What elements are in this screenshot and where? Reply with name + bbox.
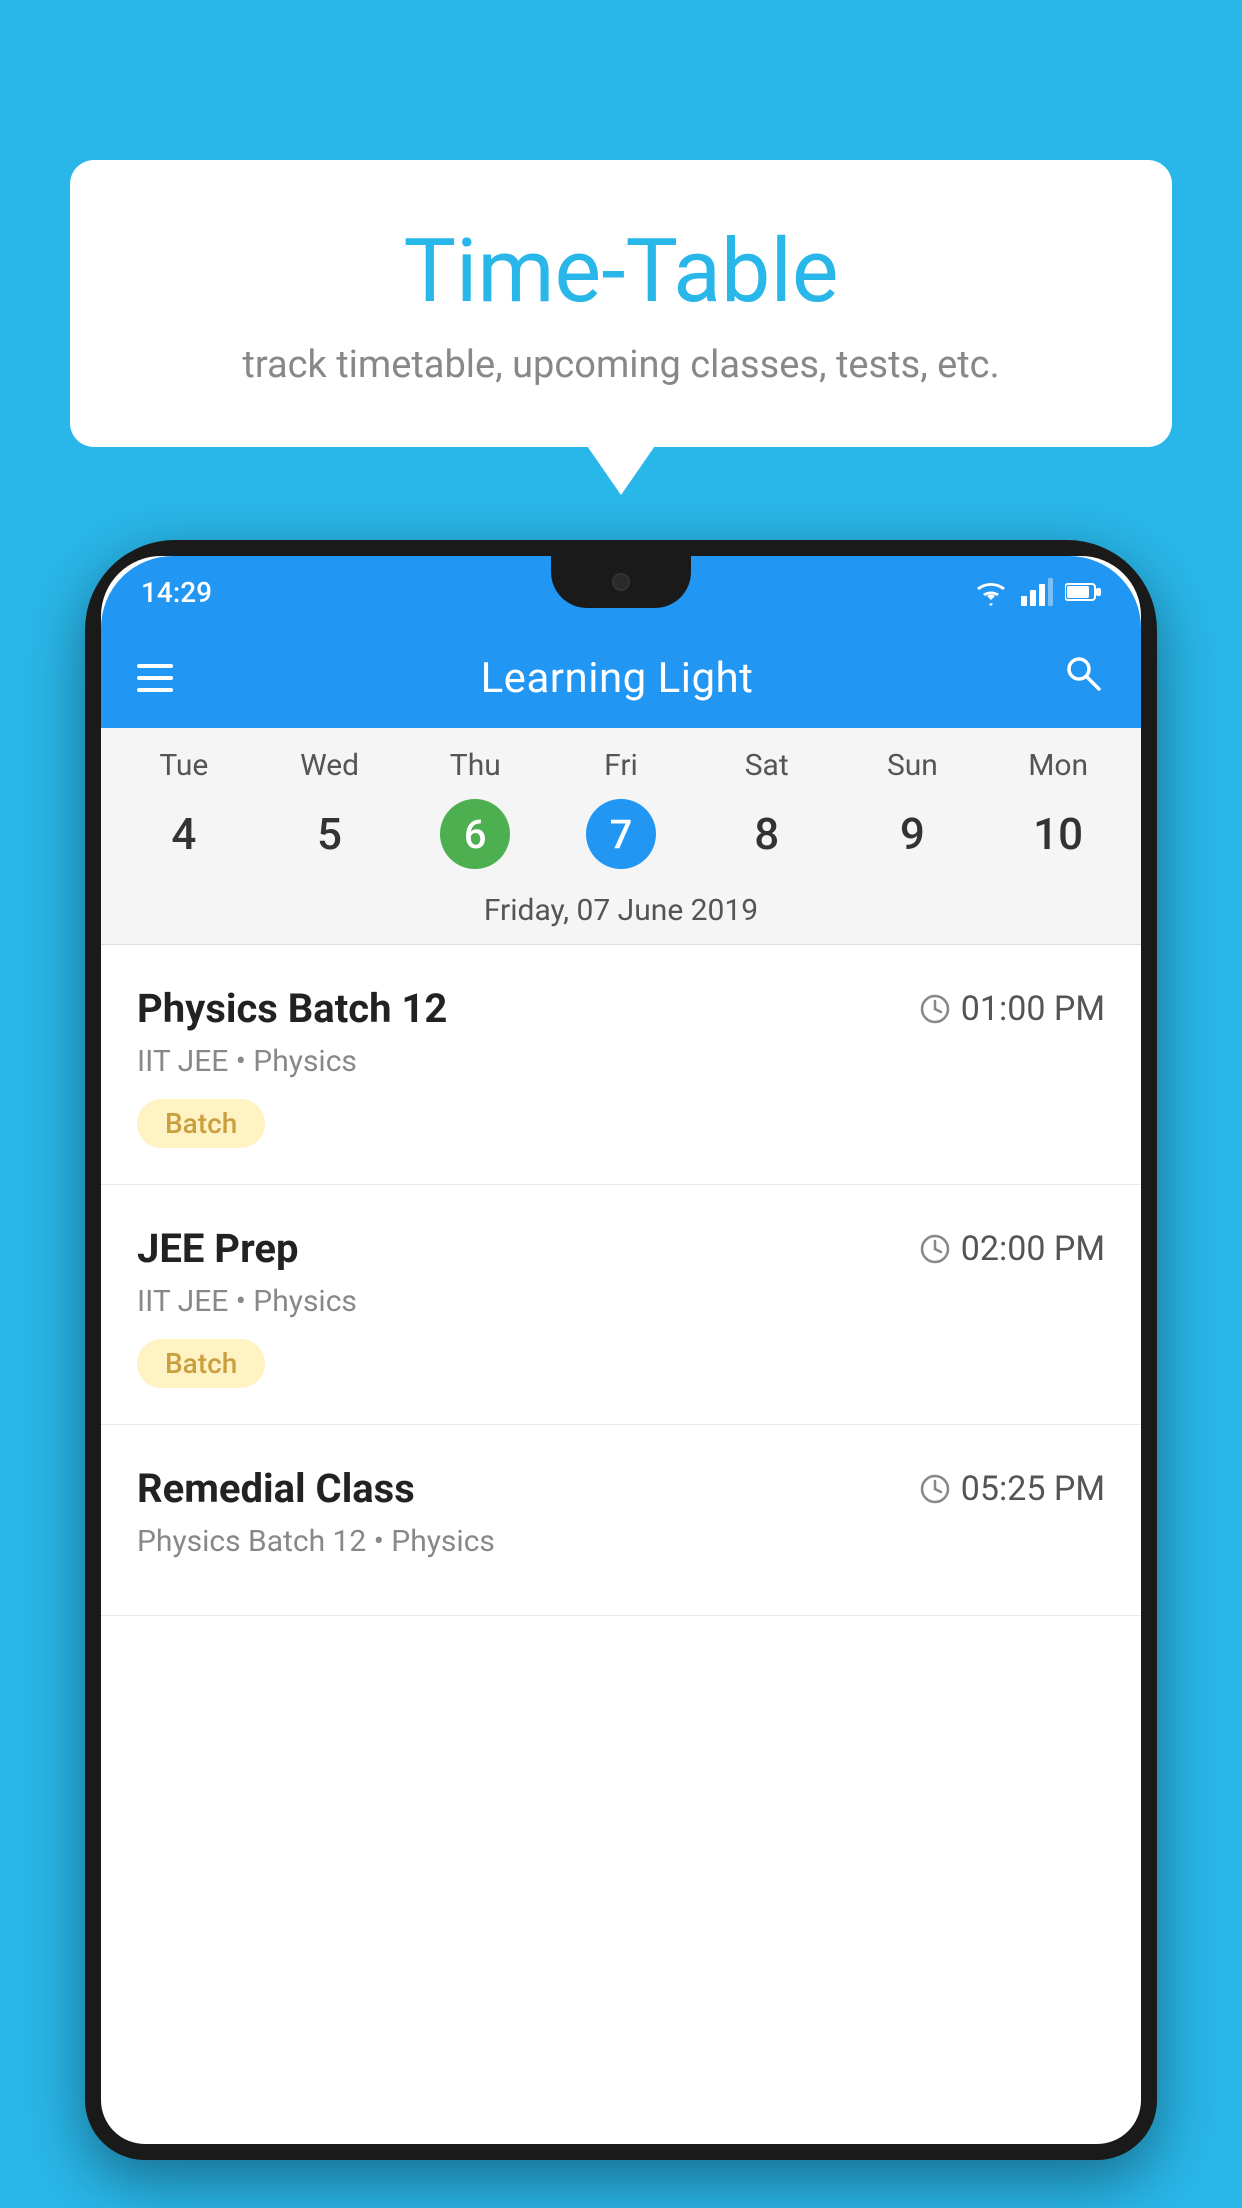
search-button[interactable]: [1061, 651, 1105, 706]
day-4[interactable]: 4: [111, 799, 257, 869]
class-meta-2: IIT JEE • Physics: [137, 1284, 1105, 1319]
schedule-item-2: JEE Prep 02:00 PM IIT JEE • Physics: [101, 1185, 1141, 1425]
class-time-2: 02:00 PM: [919, 1229, 1105, 1269]
clock-icon-2: [919, 1233, 951, 1265]
class-name-1: Physics Batch 12: [137, 985, 447, 1032]
schedule-item-2-header: JEE Prep 02:00 PM: [137, 1225, 1105, 1272]
menu-line-1: [137, 664, 173, 668]
class-name-3: Remedial Class: [137, 1465, 415, 1512]
schedule-item-3: Remedial Class 05:25 PM Physics Batch: [101, 1425, 1141, 1616]
batch-badge-2: Batch: [137, 1339, 265, 1388]
day-labels: Tue Wed Thu Fri Sat Sun Mon: [101, 728, 1141, 791]
speech-bubble: Time-Table track timetable, upcoming cla…: [70, 160, 1172, 447]
phone-wrapper: 14:29: [85, 540, 1157, 2208]
time-text-3: 05:25 PM: [961, 1469, 1105, 1509]
schedule-item-1: Physics Batch 12 01:00 PM IIT JEE • Ph: [101, 945, 1141, 1185]
calendar-section: Tue Wed Thu Fri Sat Sun Mon 4 5 6 7 8: [101, 728, 1141, 945]
notch: [551, 556, 691, 608]
status-time: 14:29: [141, 576, 212, 609]
menu-icon[interactable]: [137, 664, 173, 692]
day-9[interactable]: 9: [840, 799, 986, 869]
phone-inner: 14:29: [101, 556, 1141, 2144]
class-time-1: 01:00 PM: [919, 989, 1105, 1029]
camera-dot: [612, 573, 630, 591]
day-label-mon: Mon: [985, 748, 1131, 783]
clock-icon-1: [919, 993, 951, 1025]
day-label-sat: Sat: [694, 748, 840, 783]
class-time-3: 05:25 PM: [919, 1469, 1105, 1509]
bubble-title: Time-Table: [150, 220, 1092, 323]
class-meta-3: Physics Batch 12 • Physics: [137, 1524, 1105, 1559]
bubble-subtitle: track timetable, upcoming classes, tests…: [150, 343, 1092, 387]
phone-content: Tue Wed Thu Fri Sat Sun Mon 4 5 6 7 8: [101, 728, 1141, 2144]
clock-icon-3: [919, 1473, 951, 1505]
day-10[interactable]: 10: [985, 799, 1131, 869]
day-label-wed: Wed: [257, 748, 403, 783]
status-icons: [973, 578, 1101, 606]
time-text-2: 02:00 PM: [961, 1229, 1105, 1269]
signal-icon: [1021, 578, 1053, 606]
schedule-item-3-header: Remedial Class 05:25 PM: [137, 1465, 1105, 1512]
phone-outer: 14:29: [85, 540, 1157, 2160]
app-bar: Learning Light: [101, 628, 1141, 728]
day-8[interactable]: 8: [694, 799, 840, 869]
class-name-2: JEE Prep: [137, 1225, 298, 1272]
battery-icon: [1065, 582, 1101, 602]
app-title: Learning Light: [481, 654, 754, 703]
menu-line-2: [137, 676, 173, 680]
batch-badge-1: Batch: [137, 1099, 265, 1148]
schedule-list: Physics Batch 12 01:00 PM IIT JEE • Ph: [101, 945, 1141, 1616]
status-bar: 14:29: [101, 556, 1141, 628]
day-6-today[interactable]: 6: [440, 799, 510, 869]
day-label-sun: Sun: [840, 748, 986, 783]
schedule-item-1-header: Physics Batch 12 01:00 PM: [137, 985, 1105, 1032]
selected-date-label: Friday, 07 June 2019: [101, 885, 1141, 945]
day-label-fri: Fri: [548, 748, 694, 783]
day-numbers: 4 5 6 7 8 9 10: [101, 791, 1141, 885]
day-5[interactable]: 5: [257, 799, 403, 869]
day-7-selected[interactable]: 7: [586, 799, 656, 869]
menu-line-3: [137, 688, 173, 692]
day-label-tue: Tue: [111, 748, 257, 783]
day-label-thu: Thu: [402, 748, 548, 783]
class-meta-1: IIT JEE • Physics: [137, 1044, 1105, 1079]
speech-bubble-container: Time-Table track timetable, upcoming cla…: [70, 160, 1172, 447]
wifi-icon: [973, 578, 1009, 606]
time-text-1: 01:00 PM: [961, 989, 1105, 1029]
